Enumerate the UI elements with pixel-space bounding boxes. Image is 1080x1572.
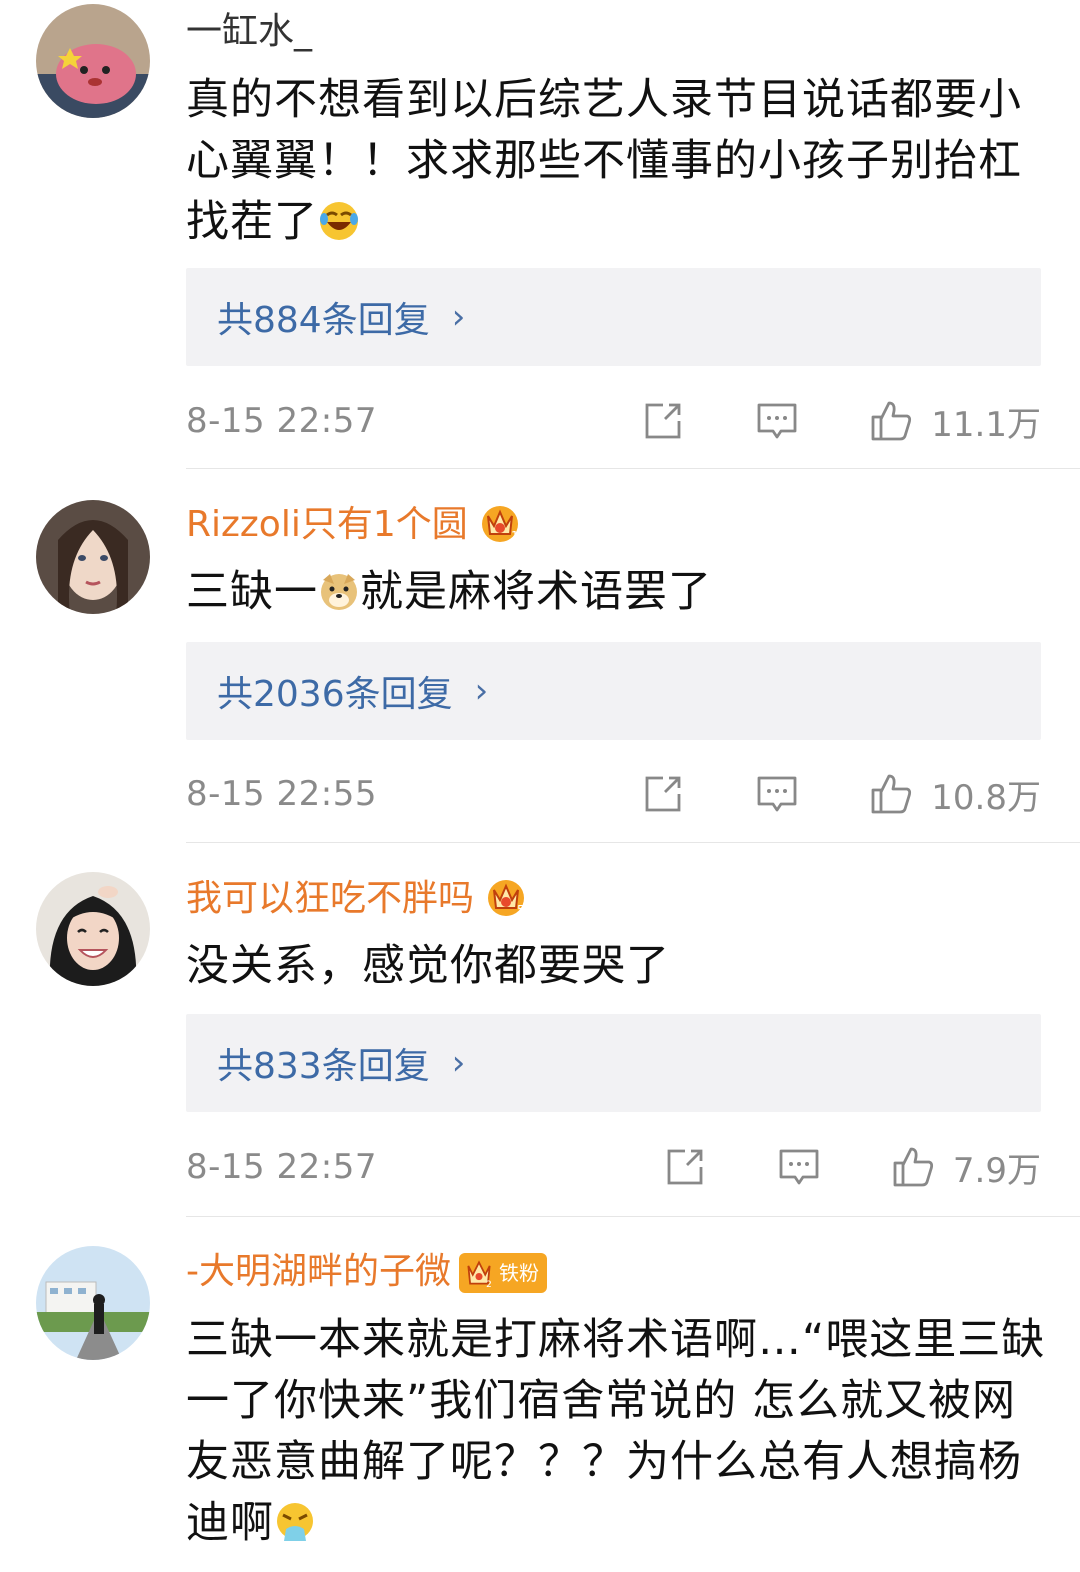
avatar[interactable] [36,1246,150,1360]
chevron-right-icon: › [451,297,466,337]
view-replies-button[interactable]: 共884条回复 › [186,268,1041,366]
like-icon[interactable] [891,1145,935,1189]
comment-text: 真的不想看到以后综艺人录节目说话都要小心翼翼！！求求那些不懂事的小孩子别抬杠找茬… [186,75,1022,247]
svg-text:5: 5 [517,903,525,917]
vip-crown-icon: 5 [484,874,528,918]
vip-crown-icon: 1 [478,500,522,544]
view-replies-button[interactable]: 共2036条回复 › [186,642,1041,740]
comment-item: Rizzoli只有1个圆 1 三缺一 就是麻将术语罢了 共2036条回复 › 8-1… [0,470,1080,844]
svg-text:2: 2 [486,1280,492,1289]
share-icon[interactable] [641,772,685,816]
laughing-crying-emoji-icon [318,198,360,240]
avatar[interactable] [36,4,150,118]
like-count: 7.9万 [952,1150,1041,1191]
divider [186,1216,1080,1217]
divider [186,468,1080,469]
username[interactable]: 一缸水_ [186,8,312,56]
chevron-right-icon: › [451,1043,466,1083]
vomit-emoji-icon [274,1499,316,1541]
comment-actions: 10.8万 [641,770,1041,819]
comment-item: 我可以狂吃不胖吗 5 没关系，感觉你都要哭了 共833条回复 › 8-15 22:… [0,844,1080,1218]
username[interactable]: 我可以狂吃不胖吗 5 [186,874,528,923]
fan-badge: 2 铁粉 [459,1253,547,1293]
comment-meta: 8-15 22:57 7.9万 [186,1140,1041,1194]
comment-text: 三缺一 就是麻将术语罢了 [186,567,712,617]
like-count: 11.1万 [931,404,1041,445]
share-icon[interactable] [641,399,685,443]
comment-icon[interactable] [755,772,799,816]
doge-emoji-icon [318,568,360,610]
comment-actions: 11.1万 [641,397,1041,446]
comment-item: 一缸水_ 真的不想看到以后综艺人录节目说话都要小心翼翼！！求求那些不懂事的小孩子… [0,0,1080,470]
timestamp: 8-15 22:57 [186,1147,377,1187]
vip-crown-icon: 2 [467,1260,492,1289]
timestamp: 8-15 22:57 [186,401,377,441]
like-count: 10.8万 [931,777,1041,818]
avatar[interactable] [36,500,150,614]
like-icon[interactable] [869,399,913,443]
divider [186,842,1080,843]
comment-icon[interactable] [755,399,799,443]
like-icon[interactable] [869,772,913,816]
comment-meta: 8-15 22:55 10.8万 [186,767,1041,821]
timestamp: 8-15 22:55 [186,774,377,814]
username[interactable]: Rizzoli只有1个圆 1 [186,500,522,549]
username[interactable]: -大明湖畔的子微 2 铁粉 [186,1248,547,1296]
share-icon[interactable] [663,1145,707,1189]
comment-icon[interactable] [777,1145,821,1189]
avatar[interactable] [36,872,150,986]
comment-meta: 8-15 22:57 11.1万 [186,394,1041,448]
view-replies-button[interactable]: 共833条回复 › [186,1014,1041,1112]
chevron-right-icon: › [474,671,489,711]
comment-text: 三缺一本来就是打麻将术语啊…“喂这里三缺一了你快来”我们宿舍常说的 怎么就又被网… [186,1315,1046,1548]
svg-text:1: 1 [511,529,519,543]
comment-actions: 7.9万 [663,1143,1041,1192]
comment-text: 没关系，感觉你都要哭了 [186,941,670,991]
comment-item: -大明湖畔的子微 2 铁粉 三缺一本来就是打麻将术语啊…“喂这里三缺一了你快来”我们… [0,1218,1080,1572]
